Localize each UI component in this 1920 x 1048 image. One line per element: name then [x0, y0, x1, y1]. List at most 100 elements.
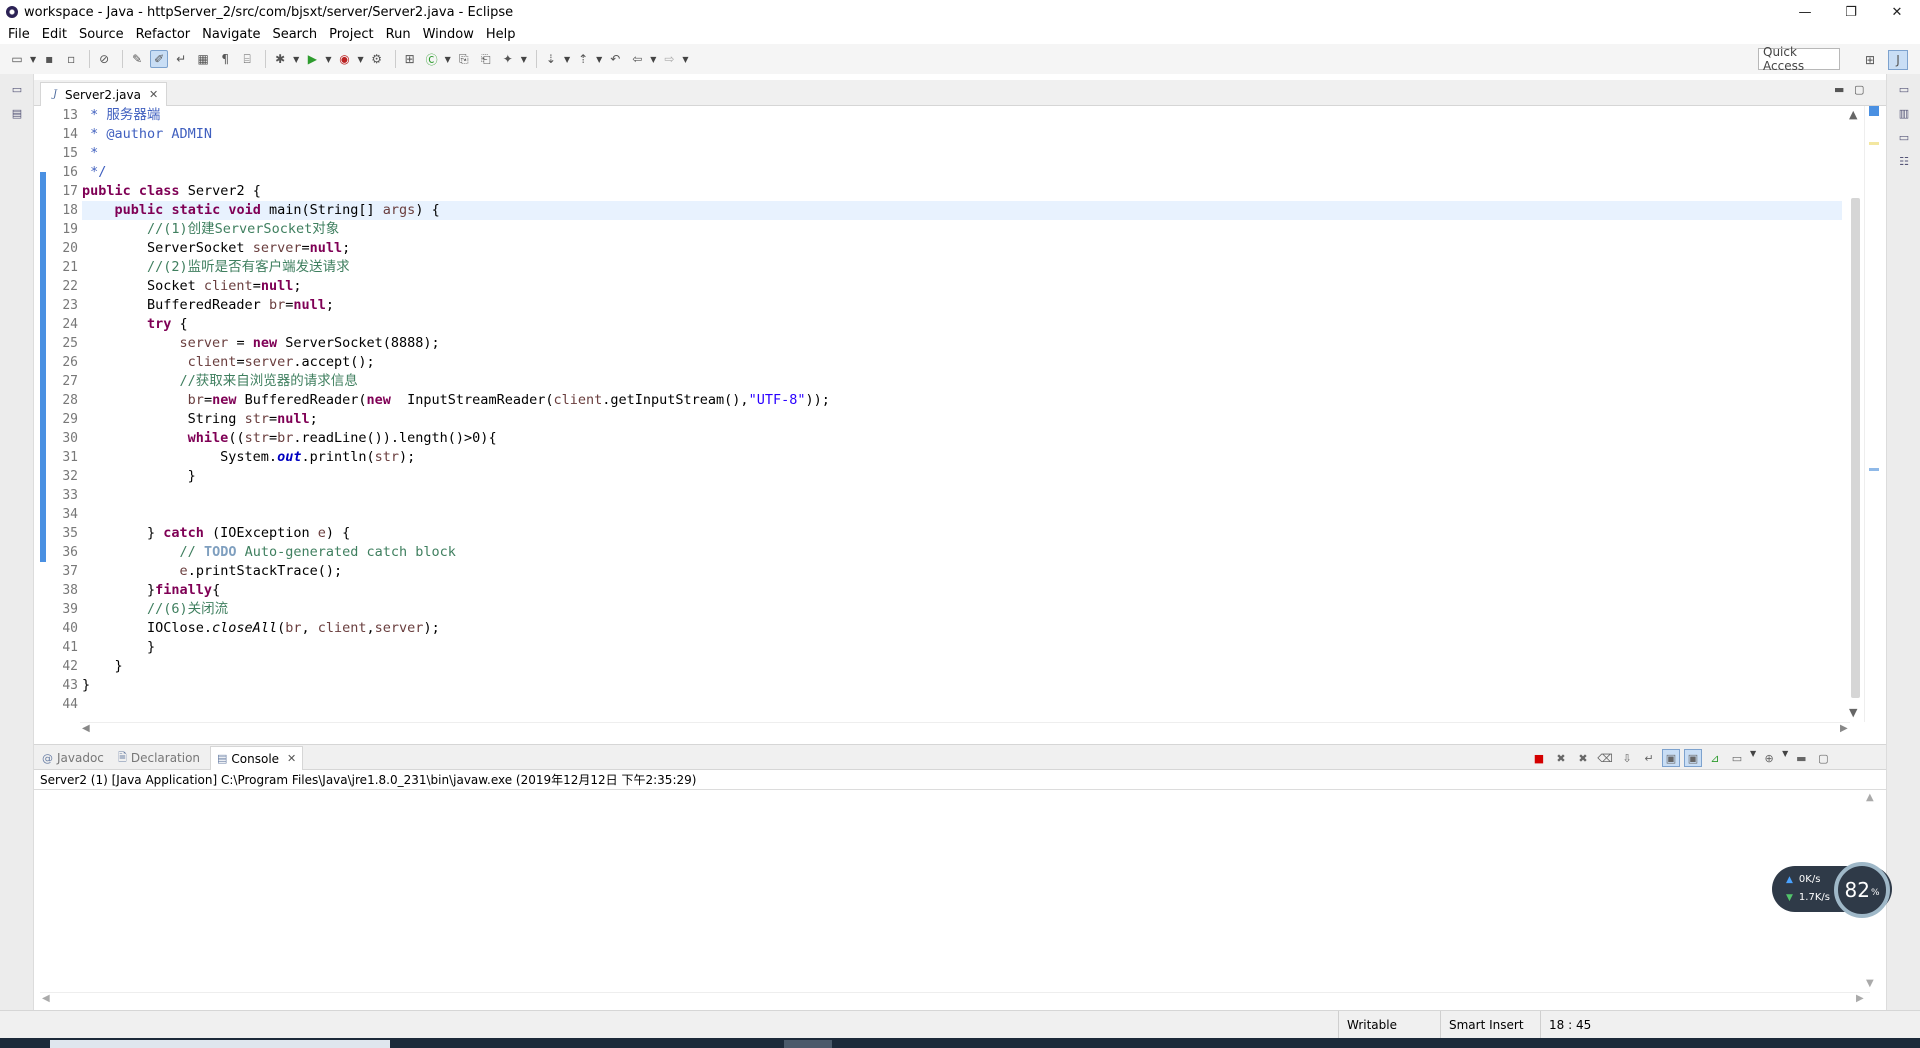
code-line[interactable]: br=new BufferedReader(new InputStreamRea… [82, 391, 1842, 410]
code-text-area[interactable]: * 服务器端 * @author ADMIN * */public class … [82, 106, 1842, 706]
menu-source[interactable]: Source [74, 27, 129, 42]
close-console-tab-icon[interactable]: ✕ [287, 752, 296, 765]
occurrence-marker[interactable] [1869, 142, 1879, 145]
external-tools-icon[interactable]: ⚙ [368, 50, 386, 68]
code-line[interactable]: //(2)监听是否有客户端发送请求 [82, 258, 1842, 277]
block-selection-icon[interactable]: ▦ [194, 50, 212, 68]
new-dropdown-icon[interactable]: ▼ [30, 55, 36, 64]
previous-annotation-icon[interactable]: ⇡ [574, 50, 592, 68]
code-line[interactable]: BufferedReader br=null; [82, 296, 1842, 315]
run-dropdown-icon[interactable]: ▼ [325, 55, 331, 64]
terminate-icon[interactable]: ■ [1530, 749, 1548, 767]
forward-icon[interactable]: ⇨ [660, 50, 678, 68]
scroll-left-icon[interactable]: ◀ [82, 723, 90, 734]
menu-window[interactable]: Window [418, 27, 479, 42]
display-console-dropdown-icon[interactable]: ▼ [1750, 749, 1756, 767]
pin-console-icon[interactable]: ⊿ [1706, 749, 1724, 767]
code-line[interactable] [82, 695, 1842, 714]
annotation-icon[interactable]: ✎ [128, 50, 146, 68]
console-scroll-right-icon[interactable]: ▶ [1856, 993, 1864, 1004]
back-icon[interactable]: ⇦ [628, 50, 646, 68]
menu-help[interactable]: Help [481, 27, 521, 42]
open-perspective-icon[interactable]: ⊞ [1860, 50, 1880, 70]
task-list-icon[interactable]: ☷ [1895, 152, 1913, 170]
scroll-down-icon[interactable]: ▼ [1849, 706, 1857, 719]
minimize-console-icon[interactable]: ▬ [1792, 749, 1810, 767]
code-line[interactable]: public class Server2 { [82, 182, 1842, 201]
code-line[interactable]: ServerSocket server=null; [82, 239, 1842, 258]
next-annotation-icon[interactable]: ⇣ [542, 50, 560, 68]
editor-vertical-scrollbar[interactable]: ▲ ▼ [1846, 108, 1864, 722]
code-line[interactable]: client=server.accept(); [82, 353, 1842, 372]
word-wrap-console-icon[interactable]: ↵ [1640, 749, 1658, 767]
code-line[interactable] [82, 486, 1842, 505]
network-speed-widget[interactable]: ▲ 0K/s ▼ 1.7K/s 82% [1772, 862, 1892, 918]
menu-search[interactable]: Search [267, 27, 322, 42]
scroll-thumb[interactable] [1851, 198, 1860, 698]
code-line[interactable]: while((str=br.readLine()).length()>0){ [82, 429, 1842, 448]
show-on-stderr-icon[interactable]: ▣ [1684, 749, 1702, 767]
display-selected-console-icon[interactable]: ▭ [1728, 749, 1746, 767]
code-line[interactable]: }finally{ [82, 581, 1842, 600]
clear-console-icon[interactable]: ⌫ [1596, 749, 1614, 767]
back-dropdown-icon[interactable]: ▼ [650, 55, 656, 64]
show-whitespace-icon[interactable]: ¶ [216, 50, 234, 68]
menu-run[interactable]: Run [381, 27, 416, 42]
open-console-icon[interactable]: ⊕ [1760, 749, 1778, 767]
next-annotation-dropdown-icon[interactable]: ▼ [564, 55, 570, 64]
code-line[interactable]: } [82, 676, 1842, 695]
open-console-dropdown-icon[interactable]: ▼ [1782, 749, 1788, 767]
menu-project[interactable]: Project [324, 27, 378, 42]
code-line[interactable]: public static void main(String[] args) { [82, 201, 1842, 220]
close-tab-icon[interactable]: ✕ [149, 88, 158, 101]
show-on-stdout-icon[interactable]: ▣ [1662, 749, 1680, 767]
taskbar-active-app[interactable] [784, 1040, 832, 1048]
code-line[interactable]: //(6)关闭流 [82, 600, 1842, 619]
new-java-package-icon[interactable]: ⊞ [401, 50, 419, 68]
forward-dropdown-icon[interactable]: ▼ [682, 55, 688, 64]
code-line[interactable]: } [82, 467, 1842, 486]
menu-navigate[interactable]: Navigate [197, 27, 265, 42]
debug-icon[interactable]: ✱ [271, 50, 289, 68]
code-line[interactable]: * @author ADMIN [82, 125, 1842, 144]
mark-occurrences-icon[interactable]: ✐ [150, 50, 169, 68]
code-line[interactable]: */ [82, 163, 1842, 182]
code-line[interactable]: System.out.println(str); [82, 448, 1842, 467]
new-class-dropdown-icon[interactable]: ▼ [445, 55, 451, 64]
maximize-console-icon[interactable]: ▢ [1814, 749, 1832, 767]
scroll-lock-icon[interactable]: ⇩ [1618, 749, 1636, 767]
scroll-up-icon[interactable]: ▲ [1849, 108, 1857, 121]
save-all-icon[interactable]: ▫ [62, 50, 80, 68]
coverage-dropdown-icon[interactable]: ▼ [357, 55, 363, 64]
menu-edit[interactable]: Edit [37, 27, 72, 42]
remove-all-terminated-icon[interactable]: ✖ [1574, 749, 1592, 767]
code-line[interactable]: // TODO Auto-generated catch block [82, 543, 1842, 562]
remove-launch-icon[interactable]: ✖ [1552, 749, 1570, 767]
maximize-button[interactable]: ❐ [1828, 0, 1874, 24]
code-line[interactable]: * 服务器端 [82, 106, 1842, 125]
restore-lower-icon[interactable]: ▭ [1895, 128, 1913, 146]
toggle-source-icon[interactable]: ⌸ [238, 50, 256, 68]
coverage-icon[interactable]: ◉ [335, 50, 353, 68]
status-insert-mode[interactable]: Smart Insert [1440, 1011, 1540, 1039]
scroll-right-icon[interactable]: ▶ [1840, 723, 1848, 734]
restore-right-icon[interactable]: ▭ [1895, 80, 1913, 98]
code-editor[interactable]: 13 14 15 16 17 18 19 20 21 22 23 24 25 26 27 28 29 30 31 32… [34, 106, 1886, 722]
open-type-icon[interactable]: ⎘ [455, 50, 473, 68]
code-line[interactable]: //(1)创建ServerSocket对象 [82, 220, 1842, 239]
memory-usage-gauge[interactable]: 82% [1834, 862, 1890, 918]
last-edit-icon[interactable]: ↶ [606, 50, 624, 68]
taskbar-search-box[interactable] [50, 1040, 390, 1048]
skip-breakpoints-icon[interactable]: ⊘ [95, 50, 113, 68]
maximize-editor-icon[interactable]: ▢ [1854, 83, 1864, 96]
outline-icon[interactable]: ▥ [1895, 104, 1913, 122]
code-line[interactable]: e.printStackTrace(); [82, 562, 1842, 581]
console-scroll-up-icon[interactable]: ▲ [1866, 792, 1874, 803]
console-scroll-left-icon[interactable]: ◀ [42, 993, 50, 1004]
search-icon[interactable]: ✦ [499, 50, 517, 68]
tab-javadoc[interactable]: @ Javadoc [42, 746, 104, 770]
debug-dropdown-icon[interactable]: ▼ [293, 55, 299, 64]
minimize-editor-icon[interactable]: ▬ [1834, 83, 1844, 96]
editor-horizontal-scrollbar[interactable]: ◀ ▶ [80, 722, 1850, 738]
java-perspective-icon[interactable]: J [1888, 50, 1908, 70]
